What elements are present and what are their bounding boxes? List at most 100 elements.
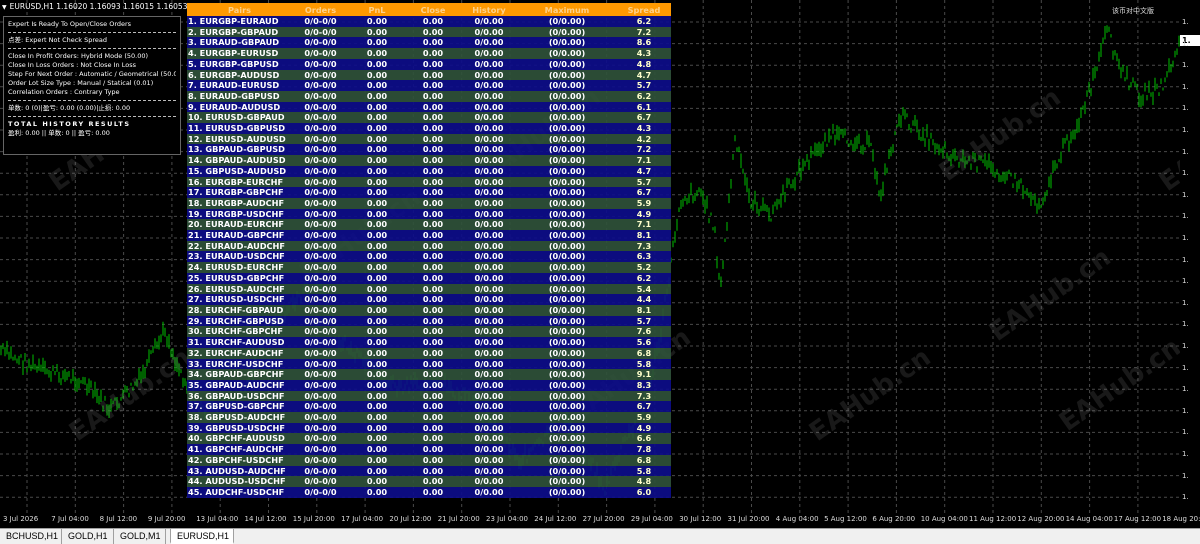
history-cell: 0/0.00 bbox=[461, 165, 517, 177]
triangle-down-icon: ▼ bbox=[2, 4, 7, 11]
pnl-cell: 0.00 bbox=[349, 251, 405, 263]
orders-cell: 0/0-0/0 bbox=[292, 294, 349, 305]
history-cell: 0/0.00 bbox=[461, 187, 517, 198]
pair-cell: 3. EURAUD-GBPAUD bbox=[187, 37, 292, 49]
maximum-cell: (0/0.00) bbox=[517, 144, 617, 156]
divider bbox=[8, 116, 176, 117]
spread-cell: 6.2 bbox=[617, 16, 671, 27]
maximum-cell: (0/0.00) bbox=[517, 219, 617, 231]
chart-tab[interactable]: BCHUSD,H1 bbox=[0, 529, 62, 544]
column-header[interactable]: PnL bbox=[349, 3, 405, 16]
column-header[interactable]: Orders bbox=[292, 3, 349, 16]
orders-cell: 0/0-0/0 bbox=[292, 197, 349, 209]
maximum-cell: (0/0.00) bbox=[517, 401, 617, 413]
maximum-cell: (0/0.00) bbox=[517, 283, 617, 295]
close-cell: 0.00 bbox=[405, 90, 461, 102]
pair-cell: 24. EURUSD-EURCHF bbox=[187, 262, 292, 273]
pair-cell: 22. EURAUD-AUDCHF bbox=[187, 240, 292, 252]
time-axis-label: 30 Jul 12:00 bbox=[679, 515, 722, 523]
maximum-cell: (0/0.00) bbox=[517, 272, 617, 284]
table-row: 2. EURGBP-GBPAUD 0/0-0/0 0.00 0.00 0/0.00 (0/… bbox=[187, 26, 671, 38]
price-axis-label: 1. bbox=[1182, 190, 1189, 199]
close-cell: 0.00 bbox=[405, 401, 461, 413]
maximum-cell: (0/0.00) bbox=[517, 26, 617, 38]
history-cell: 0/0.00 bbox=[461, 69, 517, 81]
pair-cell: 33. EURCHF-USDCHF bbox=[187, 358, 292, 370]
pair-cell: 35. GBPAUD-AUDCHF bbox=[187, 379, 292, 391]
pair-cell: 29. EURCHF-GBPUSD bbox=[187, 315, 292, 327]
pair-cell: 45. AUDCHF-USDCHF bbox=[187, 486, 292, 498]
pnl-cell: 0.00 bbox=[349, 358, 405, 370]
history-results-text: 盈利: 0.00 || 单数: 0 || 盈亏: 0.00 bbox=[8, 129, 110, 137]
pnl-cell: 0.00 bbox=[349, 476, 405, 487]
spread-cell: 5.7 bbox=[617, 80, 671, 91]
orders-cell: 0/0-0/0 bbox=[292, 251, 349, 263]
orders-cell: 0/0-0/0 bbox=[292, 112, 349, 124]
spread-cell: 7.3 bbox=[617, 240, 671, 252]
chart-tab[interactable]: GOLD,M1 bbox=[114, 529, 166, 544]
orders-cell: 0/0-0/0 bbox=[292, 208, 349, 220]
pair-cell: 9. EURAUD-AUDUSD bbox=[187, 101, 292, 113]
spread-cell: 6.2 bbox=[617, 272, 671, 284]
time-axis-label: 13 Jul 04:00 bbox=[196, 515, 239, 523]
time-axis-label: 15 Jul 20:00 bbox=[292, 515, 335, 523]
pair-cell: 31. EURCHF-AUDUSD bbox=[187, 337, 292, 348]
time-axis-label: 7 Jul 04:00 bbox=[51, 515, 89, 523]
orders-cell: 0/0-0/0 bbox=[292, 369, 349, 380]
column-header[interactable]: History bbox=[461, 3, 517, 16]
pnl-cell: 0.00 bbox=[349, 326, 405, 338]
close-cell: 0.00 bbox=[405, 315, 461, 327]
spread-cell: 6.3 bbox=[617, 251, 671, 263]
pnl-cell: 0.00 bbox=[349, 272, 405, 284]
price-axis-label: 1. bbox=[1182, 126, 1189, 134]
time-axis-label: 12 Aug 20:00 bbox=[1017, 515, 1065, 523]
column-header[interactable]: Spread bbox=[617, 3, 671, 16]
column-header[interactable]: Pairs bbox=[187, 3, 292, 16]
pair-cell: 4. EURGBP-EURUSD bbox=[187, 48, 292, 59]
price-scale[interactable]: 1. 1. 1. 1. 1. 1. 1. 1. 1. 1. 1. 1. 1. 1. 1. 1. 1. 1. 1. 1… bbox=[1180, 0, 1200, 513]
column-header[interactable]: Maximum bbox=[517, 3, 617, 16]
maximum-cell: (0/0.00) bbox=[517, 230, 617, 241]
chart-tab[interactable]: EURUSD,H1 bbox=[170, 529, 234, 544]
maximum-cell: (0/0.00) bbox=[517, 444, 617, 455]
time-scale[interactable]: 3 Jul 2026 7 Jul 04:00 8 Jul 12:00 9 Jul 20… bbox=[0, 513, 1200, 528]
time-axis-label: 23 Jul 04:00 bbox=[486, 515, 528, 523]
time-axis-label: 4 Aug 04:00 bbox=[775, 515, 819, 523]
history-cell: 0/0.00 bbox=[461, 337, 517, 348]
pair-cell: 25. EURUSD-GBPCHF bbox=[187, 272, 292, 284]
table-row: 32. EURCHF-AUDCHF 0/0-0/0 0.00 0.00 0/0.00 (0… bbox=[187, 347, 671, 359]
history-cell: 0/0.00 bbox=[461, 369, 517, 380]
price-chart[interactable]: EAHub.cn EAHub.cn EAHub.cn EAHub.cn EAHub.cn… bbox=[0, 0, 1180, 513]
pair-cell: 5. EURGBP-GBPUSD bbox=[187, 58, 292, 70]
pnl-cell: 0.00 bbox=[349, 176, 405, 188]
table-row: 39. GBPUSD-USDCHF 0/0-0/0 0.00 0.00 0/0.00 (0… bbox=[187, 422, 671, 434]
orders-cell: 0/0-0/0 bbox=[292, 262, 349, 273]
table-row: 10. EURUSD-GBPAUD 0/0-0/0 0.00 0.00 0/0.00 (0… bbox=[187, 112, 671, 124]
pair-cell: 27. EURUSD-USDCHF bbox=[187, 294, 292, 305]
close-cell: 0.00 bbox=[405, 123, 461, 134]
history-cell: 0/0.00 bbox=[461, 315, 517, 327]
pnl-cell: 0.00 bbox=[349, 208, 405, 220]
close-cell: 0.00 bbox=[405, 486, 461, 498]
price-axis-label: 1. bbox=[1182, 471, 1189, 480]
table-row: 31. EURCHF-AUDUSD 0/0-0/0 0.00 0.00 0/0.00 (0… bbox=[187, 337, 671, 348]
pnl-cell: 0.00 bbox=[349, 16, 405, 27]
orders-cell: 0/0-0/0 bbox=[292, 69, 349, 81]
pair-cell: 30. EURCHF-GBPCHF bbox=[187, 326, 292, 338]
orders-cell: 0/0-0/0 bbox=[292, 304, 349, 316]
spread-cell: 4.7 bbox=[617, 165, 671, 177]
pair-cell: 17. EURGBP-GBPCHF bbox=[187, 187, 292, 198]
pnl-cell: 0.00 bbox=[349, 379, 405, 391]
close-cell: 0.00 bbox=[405, 219, 461, 231]
chart-corner-label: 该币对中文版 bbox=[1112, 7, 1154, 15]
pnl-cell: 0.00 bbox=[349, 37, 405, 49]
history-cell: 0/0.00 bbox=[461, 444, 517, 455]
spread-cell: 5.8 bbox=[617, 358, 671, 370]
column-header[interactable]: Close bbox=[405, 3, 461, 16]
table-row: 22. EURAUD-AUDCHF 0/0-0/0 0.00 0.00 0/0.00 (0… bbox=[187, 240, 671, 252]
close-cell: 0.00 bbox=[405, 304, 461, 316]
spread-cell: 7.6 bbox=[617, 326, 671, 338]
close-cell: 0.00 bbox=[405, 155, 461, 166]
pair-cell: 42. GBPCHF-USDCHF bbox=[187, 454, 292, 466]
chart-tab[interactable]: GOLD,H1 bbox=[62, 529, 114, 544]
